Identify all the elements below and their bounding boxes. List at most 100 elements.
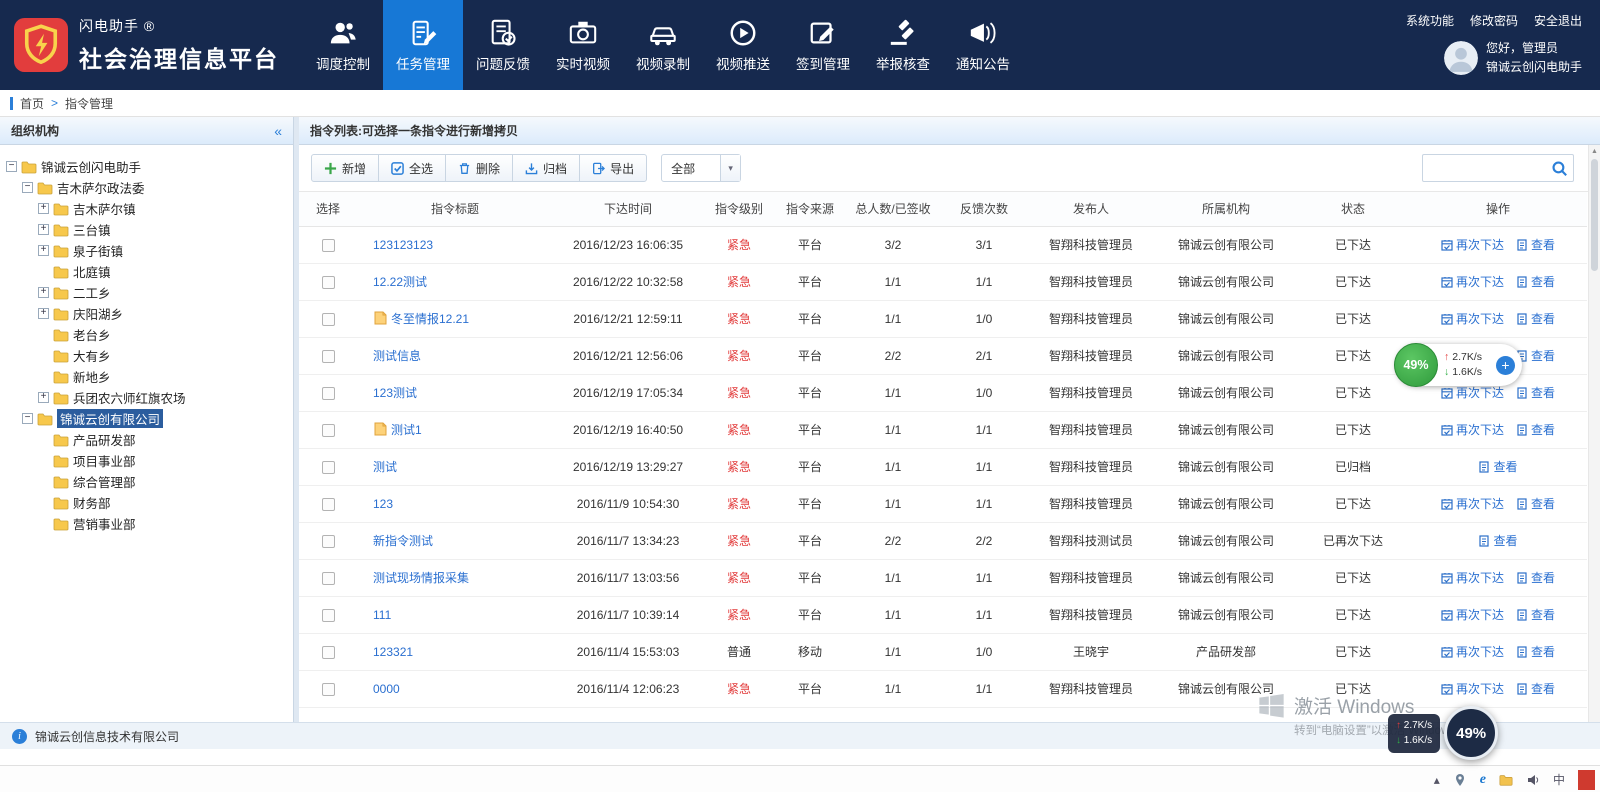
command-title-link[interactable]: 冬至情报12.21 [391, 312, 469, 326]
command-title-link[interactable]: 123测试 [373, 386, 417, 400]
net-speed-widget-bottom[interactable]: ↑ 2.7K/s ↓ 1.6K/s 49% [1388, 706, 1498, 760]
top-link-1[interactable]: 修改密码 [1470, 12, 1518, 29]
expand-icon[interactable]: + [38, 392, 49, 403]
resend-button[interactable]: 再次下达 [1441, 273, 1504, 290]
tree-node-4[interactable]: +泉子街镇 [6, 240, 287, 261]
tree-node-17[interactable]: 营销事业部 [6, 513, 287, 534]
resend-button[interactable]: 再次下达 [1441, 643, 1504, 660]
row-checkbox[interactable] [322, 498, 335, 511]
search-icon[interactable] [1551, 160, 1568, 177]
tree-node-13[interactable]: 产品研发部 [6, 429, 287, 450]
tree-node-6[interactable]: +二工乡 [6, 282, 287, 303]
nav-item-3[interactable]: 实时视频 [543, 0, 623, 90]
toolbar-export-button[interactable]: 导出 [579, 154, 647, 182]
view-button[interactable]: 查看 [1516, 384, 1555, 401]
nav-item-0[interactable]: 调度控制 [303, 0, 383, 90]
toolbar-trash-button[interactable]: 删除 [445, 154, 513, 182]
view-button[interactable]: 查看 [1516, 347, 1555, 364]
top-link-2[interactable]: 安全退出 [1534, 12, 1582, 29]
speaker-icon[interactable] [1526, 773, 1540, 787]
view-button[interactable]: 查看 [1516, 421, 1555, 438]
browser-icon[interactable]: e [1480, 772, 1486, 788]
avatar[interactable] [1444, 41, 1478, 75]
view-button[interactable]: 查看 [1516, 643, 1555, 660]
tree-node-0[interactable]: −锦诚云创闪电助手 [6, 156, 287, 177]
collapse-icon[interactable]: − [22, 182, 33, 193]
tree-node-10[interactable]: 新地乡 [6, 366, 287, 387]
command-title-link[interactable]: 测试 [373, 460, 397, 474]
resend-button[interactable]: 再次下达 [1441, 384, 1504, 401]
command-title-link[interactable]: 新指令测试 [373, 534, 433, 548]
view-button[interactable]: 查看 [1516, 236, 1555, 253]
command-title-link[interactable]: 12.22测试 [373, 275, 427, 289]
row-checkbox[interactable] [322, 646, 335, 659]
boost-plus-button[interactable]: + [1496, 356, 1515, 375]
tree-node-3[interactable]: +三台镇 [6, 219, 287, 240]
command-title-link[interactable]: 测试1 [391, 423, 422, 437]
scrollbar-thumb[interactable] [1591, 159, 1598, 271]
net-speed-widget[interactable]: 49% ↑2.7K/s ↓1.6K/s + [1396, 344, 1522, 386]
view-button[interactable]: 查看 [1516, 606, 1555, 623]
resend-button[interactable]: 再次下达 [1441, 606, 1504, 623]
view-button[interactable]: 查看 [1478, 532, 1517, 549]
tree-node-2[interactable]: +吉木萨尔镇 [6, 198, 287, 219]
nav-item-7[interactable]: 举报核查 [863, 0, 943, 90]
command-title-link[interactable]: 测试信息 [373, 349, 421, 363]
scroll-up-arrow-icon[interactable]: ▲ [1589, 145, 1600, 158]
command-title-link[interactable]: 111 [373, 608, 391, 622]
resend-button[interactable]: 再次下达 [1441, 495, 1504, 512]
toolbar-plus-button[interactable]: 新增 [311, 154, 379, 182]
row-checkbox[interactable] [322, 424, 335, 437]
toolbar-archive-button[interactable]: 归档 [512, 154, 580, 182]
row-checkbox[interactable] [322, 276, 335, 289]
nav-item-1[interactable]: 任务管理 [383, 0, 463, 90]
tree-node-11[interactable]: +兵团农六师红旗农场 [6, 387, 287, 408]
command-title-link[interactable]: 123321 [373, 645, 413, 659]
top-link-0[interactable]: 系统功能 [1406, 12, 1454, 29]
resend-button[interactable]: 再次下达 [1441, 421, 1504, 438]
pin-icon[interactable] [1453, 773, 1467, 787]
input-method-icon[interactable]: 中 [1553, 771, 1565, 788]
collapse-icon[interactable]: − [6, 161, 17, 172]
resend-button[interactable]: 再次下达 [1441, 236, 1504, 253]
command-title-link[interactable]: 123 [373, 497, 393, 511]
row-checkbox[interactable] [322, 387, 335, 400]
row-checkbox[interactable] [322, 350, 335, 363]
tree-node-8[interactable]: 老台乡 [6, 324, 287, 345]
view-button[interactable]: 查看 [1478, 458, 1517, 475]
resend-button[interactable]: 再次下达 [1441, 310, 1504, 327]
collapse-sidebar-button[interactable]: « [274, 123, 282, 139]
view-button[interactable]: 查看 [1516, 569, 1555, 586]
expand-icon[interactable]: + [38, 308, 49, 319]
command-title-link[interactable]: 测试现场情报采集 [373, 571, 469, 585]
resend-button[interactable]: 再次下达 [1441, 569, 1504, 586]
filter-dropdown[interactable]: 全部 ▾ [661, 154, 741, 182]
tree-node-14[interactable]: 项目事业部 [6, 450, 287, 471]
folder-taskbar-icon[interactable] [1499, 773, 1513, 787]
tree-node-16[interactable]: 财务部 [6, 492, 287, 513]
tree-node-12[interactable]: −锦诚云创有限公司 [6, 408, 287, 429]
command-title-link[interactable]: 0000 [373, 682, 400, 696]
scrollbar[interactable]: ▲ [1588, 145, 1600, 722]
row-checkbox[interactable] [322, 461, 335, 474]
hidden-icons-caret[interactable]: ▴ [1434, 773, 1440, 787]
collapse-icon[interactable]: − [22, 413, 33, 424]
breadcrumb-home[interactable]: 首页 [20, 95, 44, 112]
expand-icon[interactable]: + [38, 245, 49, 256]
pinned-app-red[interactable] [1578, 770, 1595, 790]
chevron-down-icon[interactable]: ▾ [720, 155, 740, 181]
row-checkbox[interactable] [322, 572, 335, 585]
command-title-link[interactable]: 123123123 [373, 238, 433, 252]
tree-node-5[interactable]: 北庭镇 [6, 261, 287, 282]
tree-node-15[interactable]: 综合管理部 [6, 471, 287, 492]
view-button[interactable]: 查看 [1516, 273, 1555, 290]
view-button[interactable]: 查看 [1516, 310, 1555, 327]
tree-node-7[interactable]: +庆阳湖乡 [6, 303, 287, 324]
view-button[interactable]: 查看 [1516, 495, 1555, 512]
view-button[interactable]: 查看 [1516, 680, 1555, 697]
nav-item-4[interactable]: 视频录制 [623, 0, 703, 90]
expand-icon[interactable]: + [38, 287, 49, 298]
tree-node-9[interactable]: 大有乡 [6, 345, 287, 366]
row-checkbox[interactable] [322, 535, 335, 548]
row-checkbox[interactable] [322, 609, 335, 622]
